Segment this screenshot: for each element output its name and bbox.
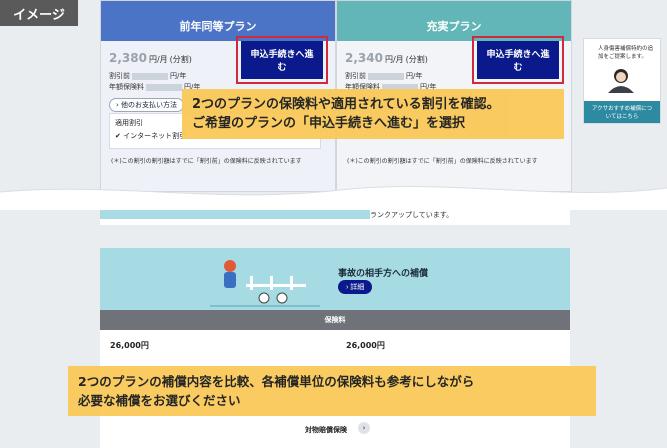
details-button[interactable]: › 詳細 [338, 280, 373, 294]
coverage-hero: 事故の相手方への補償 › 詳細 [100, 248, 570, 310]
plan-name: 充実プラン [337, 1, 571, 41]
premium-section-header: 保険料 [100, 310, 570, 330]
recommendation-card: 人身傷害補償特約の追加をご提案します。 アクサおすすめ補償についてはこちら [583, 38, 661, 124]
plan-name: 前年同等プラン [101, 1, 335, 41]
discount-note: (＊)この割引の割引額はすでに「割引前」の保険料に反映されています [347, 158, 538, 165]
apply-button[interactable]: 申込手続きへ進む [236, 36, 328, 84]
payment-methods-link[interactable]: › 他のお支払い方法 [109, 98, 185, 112]
advisor-avatar-icon [608, 69, 634, 93]
page-tear-divider [0, 186, 667, 210]
property-liability-row[interactable]: 対物賠償保険 › [100, 420, 570, 442]
discount-item: ✔ インターネット割引 [115, 132, 187, 140]
plan-price: 2,340 円/月 (分割) [345, 51, 428, 65]
discount-note: (＊)この割引の割引額はすでに「割引前」の保険料に反映されています [111, 158, 302, 165]
coverage-panel: 事故の相手方への補償 › 詳細 保険料 26,000円 26,000円 [100, 248, 570, 448]
recommendation-link[interactable]: アクサおすすめ補償についてはこちら [584, 101, 660, 123]
image-badge: イメージ [0, 0, 78, 26]
pre-discount-row: 割引前 円/年 [109, 72, 187, 80]
instruction-callout-top: 2つのプランの保険料や適用されている割引を確認。 ご希望のプランの「申込手続きへ… [182, 89, 564, 139]
accident-illustration-icon [210, 260, 320, 307]
chevron-right-icon: › [358, 422, 370, 434]
plan-price: 2,380 円/月 (分割) [109, 51, 192, 65]
premium-amount-right: 26,000円 [346, 341, 385, 350]
pre-discount-row: 割引前 円/年 [345, 72, 423, 80]
premium-amount-left: 26,000円 [110, 341, 149, 350]
instruction-callout-bottom: 2つのプランの補償内容を比較、各補償単位の保険料も参考にしながら 必要な補償をお… [68, 366, 596, 416]
apply-button[interactable]: 申込手続きへ進む [472, 36, 564, 84]
